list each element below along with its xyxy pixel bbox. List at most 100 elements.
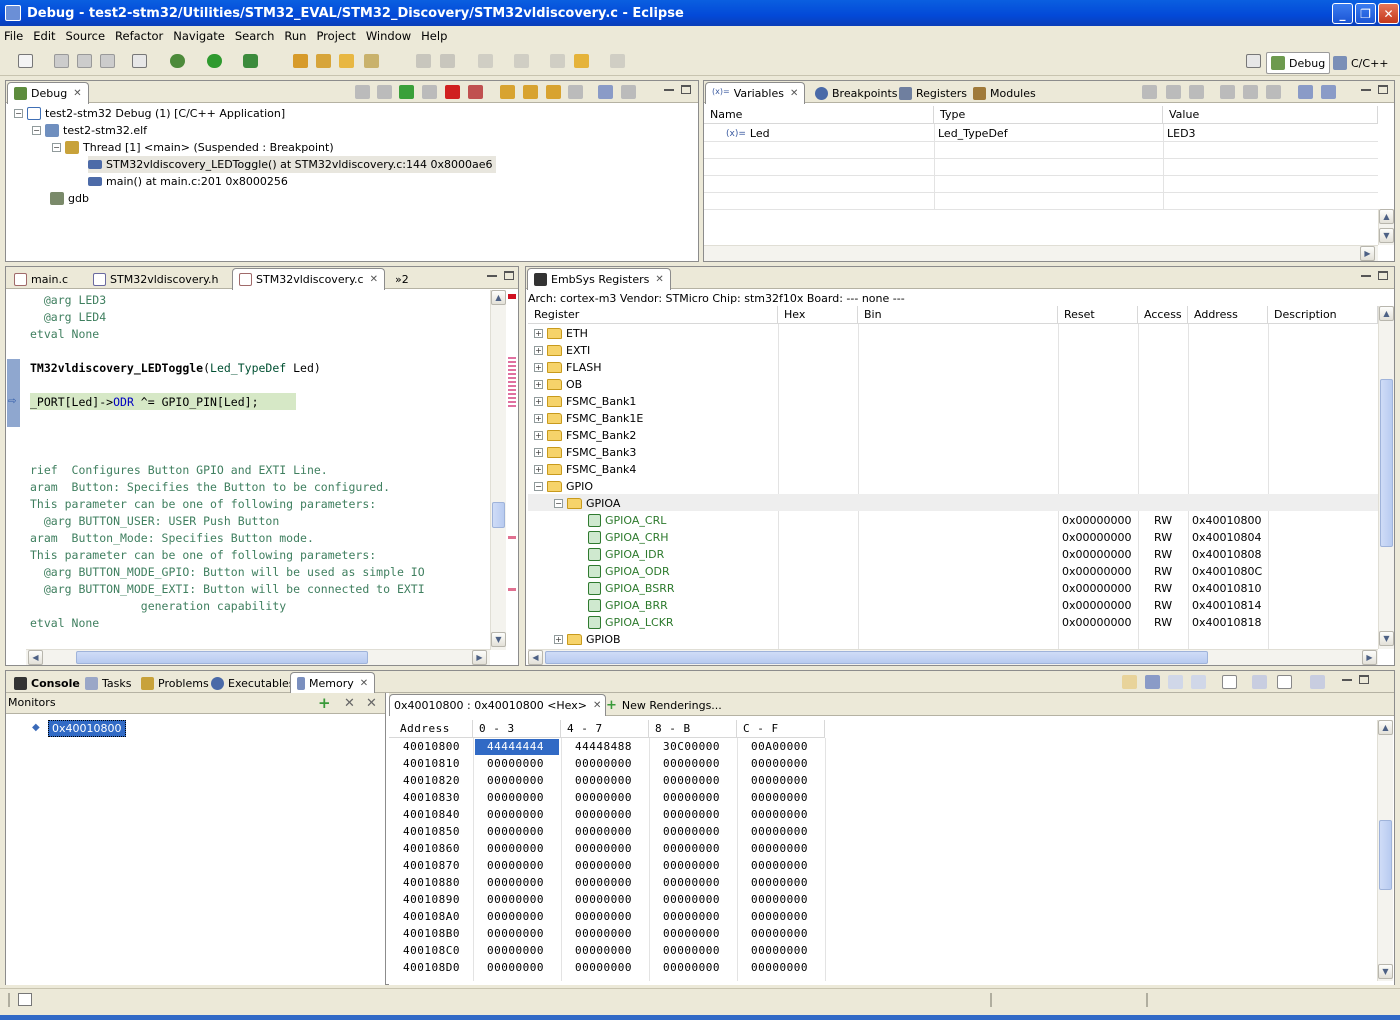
- show-type-names-icon[interactable]: [1166, 85, 1181, 99]
- register-folder[interactable]: + ETH: [534, 325, 588, 342]
- register-folder[interactable]: + FSMC_Bank4: [534, 461, 636, 478]
- code-line[interactable]: @arg BUTTON_MODE_EXTI: Button will be co…: [30, 582, 425, 596]
- overview-ruler-annotation[interactable]: [508, 588, 516, 591]
- print-icon[interactable]: [100, 54, 115, 68]
- toggle-monitors-icon[interactable]: [1168, 675, 1183, 689]
- open-folder-icon[interactable]: [339, 54, 354, 68]
- external-tools-icon[interactable]: [243, 54, 258, 68]
- add-monitor-icon[interactable]: +: [318, 696, 331, 711]
- remove-all-monitors-icon[interactable]: ✕: [366, 696, 377, 711]
- collapse-icon[interactable]: −: [554, 499, 563, 508]
- view-menu-icon[interactable]: [1310, 675, 1325, 689]
- drop-to-frame-icon[interactable]: [568, 85, 583, 99]
- memory-cell[interactable]: 00000000: [751, 823, 808, 840]
- memory-cell[interactable]: 00000000: [751, 755, 808, 772]
- stack-frame-ledtoggle[interactable]: STM32vldiscovery_LEDToggle() at STM32vld…: [88, 156, 497, 173]
- expand-icon[interactable]: +: [534, 346, 543, 355]
- remove-global-icon[interactable]: [1243, 85, 1258, 99]
- run-icon[interactable]: [207, 54, 222, 68]
- stack-frame-main[interactable]: main() at main.c:201 0x8000256: [88, 173, 288, 190]
- memory-cell[interactable]: 00000000: [575, 874, 632, 891]
- register-row[interactable]: GPIOA_LCKR: [588, 614, 674, 631]
- memory-cell[interactable]: 00000000: [487, 755, 544, 772]
- menu-window[interactable]: Window: [366, 29, 411, 43]
- forward-icon[interactable]: [610, 54, 625, 68]
- step-into-icon[interactable]: [500, 85, 515, 99]
- tab-console[interactable]: Console: [7, 672, 87, 693]
- code-line[interactable]: etval None: [30, 616, 99, 630]
- menu-source[interactable]: Source: [66, 29, 106, 43]
- memory-cell[interactable]: 00000000: [663, 772, 720, 789]
- tab-stm32vldiscovery-h[interactable]: STM32vldiscovery.h: [86, 268, 226, 289]
- close-icon[interactable]: ✕: [360, 678, 368, 689]
- memory-cell[interactable]: 00000000: [487, 925, 544, 942]
- code-line[interactable]: @arg LED3: [30, 293, 106, 307]
- menu-edit[interactable]: Edit: [33, 29, 55, 43]
- memory-cell[interactable]: 00000000: [575, 925, 632, 942]
- tab-memory[interactable]: Memory ✕: [290, 672, 376, 694]
- new-view-icon[interactable]: [1298, 85, 1313, 99]
- register-folder[interactable]: + FSMC_Bank2: [534, 427, 636, 444]
- register-folder-gpiob[interactable]: + GPIOB: [554, 631, 621, 648]
- open-element-icon[interactable]: [316, 54, 331, 68]
- expand-icon[interactable]: +: [534, 465, 543, 474]
- add-global-icon[interactable]: [1220, 85, 1235, 99]
- memory-cell[interactable]: 00000000: [575, 908, 632, 925]
- tab-executables[interactable]: Executables: [204, 672, 302, 693]
- code-line[interactable]: etval None: [30, 327, 99, 341]
- column-name[interactable]: Name: [704, 106, 934, 124]
- save-all-icon[interactable]: [77, 54, 92, 68]
- memory-cell[interactable]: 00000000: [663, 925, 720, 942]
- register-row[interactable]: GPIOA_IDR: [588, 546, 664, 563]
- edit-disabled-icon[interactable]: [416, 54, 431, 68]
- scroll-thumb[interactable]: [1379, 820, 1392, 890]
- register-folder[interactable]: + OB: [534, 376, 582, 393]
- memory-cell[interactable]: 00000000: [663, 840, 720, 857]
- menu-refactor[interactable]: Refactor: [115, 29, 163, 43]
- overview-ruler-annotations[interactable]: [508, 357, 516, 407]
- code-line[interactable]: generation capability: [30, 599, 286, 613]
- memory-cell[interactable]: 00000000: [751, 925, 808, 942]
- memory-cell[interactable]: 00000000: [751, 891, 808, 908]
- code-line[interactable]: This parameter can be one of following p…: [30, 497, 376, 511]
- next-annotation-icon[interactable]: [478, 54, 493, 68]
- tab-tasks[interactable]: Tasks: [78, 672, 138, 693]
- memory-cell[interactable]: 00000000: [487, 959, 544, 976]
- memory-cell[interactable]: 00000000: [487, 891, 544, 908]
- variable-row[interactable]: (x)= Led: [726, 125, 770, 142]
- remove-monitor-icon[interactable]: ✕: [344, 696, 355, 711]
- tree-item-elf[interactable]: − test2-stm32.elf: [32, 122, 147, 139]
- memory-cell[interactable]: 00000000: [751, 959, 808, 976]
- register-folder-gpio[interactable]: − GPIO: [534, 478, 593, 495]
- remove-all-globals-icon[interactable]: [1266, 85, 1281, 99]
- minimize-view-icon[interactable]: [1361, 89, 1371, 91]
- memory-cell[interactable]: 00000000: [663, 789, 720, 806]
- scroll-thumb[interactable]: [545, 651, 1208, 664]
- code-line-current[interactable]: _PORT[Led]->ODR ^= GPIO_PIN[Led];: [30, 395, 259, 409]
- toggle-split-icon[interactable]: [1191, 675, 1206, 689]
- tab-modules[interactable]: Modules: [966, 82, 1043, 103]
- code-line[interactable]: aram Button: Specifies the Button to be …: [30, 480, 390, 494]
- expand-icon[interactable]: +: [534, 329, 543, 338]
- tree-item-launch[interactable]: − test2-stm32 Debug (1) [C/C++ Applicatio…: [14, 105, 285, 122]
- save-icon[interactable]: [54, 54, 69, 68]
- memory-cell[interactable]: 00000000: [487, 857, 544, 874]
- maximize-view-icon[interactable]: [1378, 271, 1388, 280]
- close-window-button[interactable]: ✕: [1378, 3, 1399, 24]
- code-line[interactable]: @arg BUTTON_USER: USER Push Button: [30, 514, 279, 528]
- step-return-icon[interactable]: [546, 85, 561, 99]
- register-row[interactable]: GPIOA_CRL: [588, 512, 666, 529]
- sync-icon[interactable]: [1277, 675, 1292, 689]
- scroll-thumb[interactable]: [492, 502, 505, 528]
- scroll-thumb[interactable]: [76, 651, 368, 664]
- memory-cell[interactable]: 00000000: [751, 772, 808, 789]
- minimize-view-icon[interactable]: [664, 89, 674, 91]
- memory-cell[interactable]: 00000000: [487, 806, 544, 823]
- mark-disabled-icon[interactable]: [440, 54, 455, 68]
- collapse-icon[interactable]: −: [14, 109, 23, 118]
- minimize-window-button[interactable]: _: [1332, 3, 1353, 24]
- memory-cell[interactable]: 00000000: [487, 840, 544, 857]
- close-icon[interactable]: ✕: [790, 88, 798, 99]
- open-perspective-icon[interactable]: [1246, 54, 1261, 68]
- code-line-function[interactable]: TM32vldiscovery_LEDToggle(Led_TypeDef Le…: [30, 361, 321, 375]
